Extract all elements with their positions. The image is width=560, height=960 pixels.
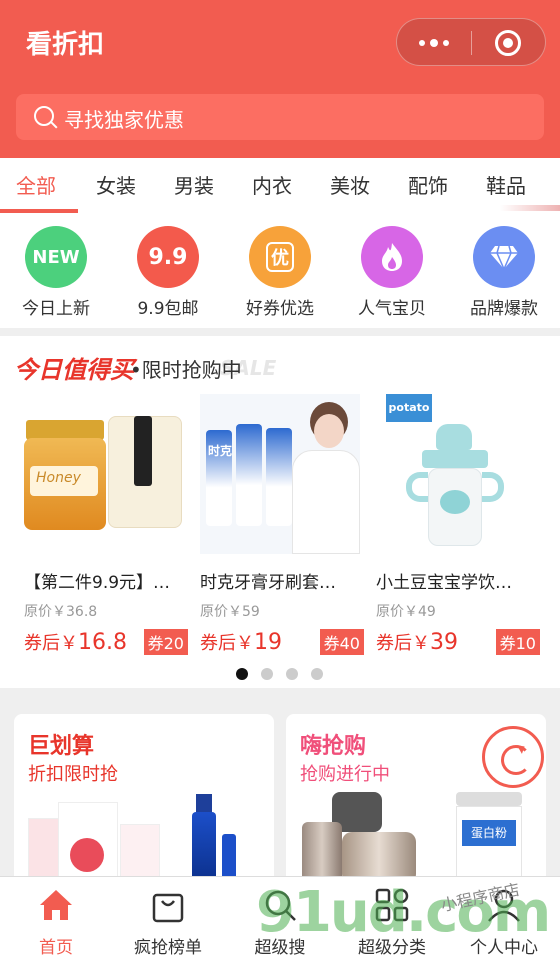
search-placeholder: 寻找独家优惠 xyxy=(64,108,184,132)
product-price-prefix: 券后￥ xyxy=(376,633,430,654)
refresh-button[interactable] xyxy=(482,726,544,788)
nav-label: 首页 xyxy=(39,938,73,958)
nav-hot-list[interactable]: 疯抢榜单 xyxy=(112,885,224,958)
promo-subtitle: 折扣限时抢 xyxy=(28,764,118,785)
product-original-price: 原价￥36.8 xyxy=(24,604,98,620)
product-image-toothpaste: 时克 xyxy=(200,394,360,554)
coupon-badge-text: 优 xyxy=(266,242,294,272)
protein-powder-label: 蛋白粉 xyxy=(462,820,516,846)
product-name: 【第二件9.9元】… xyxy=(24,573,171,593)
quick-entry-brand[interactable]: 品牌爆款 xyxy=(448,226,560,319)
search-bar[interactable]: 寻找独家优惠 xyxy=(16,94,544,140)
nav-label: 疯抢榜单 xyxy=(134,938,202,958)
promo-image-cookware xyxy=(302,792,422,884)
quick-entry-new[interactable]: NEW 今日上新 xyxy=(0,226,112,319)
app-title: 看折扣 xyxy=(26,30,105,60)
search-icon xyxy=(34,106,54,126)
product-image-sippy-cup: potato xyxy=(376,394,536,554)
pagination-dot[interactable] xyxy=(261,668,273,680)
today-section-title: 今日值得买 xyxy=(14,356,134,384)
quick-entry-nine-nine[interactable]: 9.9 9.9包邮 xyxy=(112,226,224,319)
promo-subtitle: 抢购进行中 xyxy=(300,764,390,785)
promo-image-protein-powder: 蛋白粉 xyxy=(456,792,526,884)
quick-entry-label: 9.9包邮 xyxy=(137,299,199,319)
quick-entry-coupon[interactable]: 优 好券优选 xyxy=(224,226,336,319)
quick-entry-row: NEW 今日上新 9.9 9.9包邮 优 好券优选 人气宝贝 品牌爆款 xyxy=(0,214,560,328)
tab-beauty[interactable]: 美妆 xyxy=(330,170,370,199)
product-price: 16.8 xyxy=(78,630,127,655)
product-price-prefix: 券后￥ xyxy=(200,633,254,654)
tab-underwear[interactable]: 内衣 xyxy=(252,170,292,199)
honey-label-text: Honey xyxy=(36,470,81,486)
dot-icon xyxy=(419,40,425,46)
promo-title: 巨划算 xyxy=(28,734,95,759)
header-bar: 看折扣 寻找独家优惠 xyxy=(0,0,560,158)
product-card[interactable]: Honey 【第二件9.9元】… 原价￥36.8 券后￥16.8 券20 xyxy=(24,394,188,655)
nine-nine-icon: 9.9 xyxy=(137,226,199,288)
diamond-icon xyxy=(473,226,535,288)
quick-entry-label: 品牌爆款 xyxy=(470,299,538,319)
product-name: 时克牙膏牙刷套… xyxy=(200,573,336,593)
product-card[interactable]: 时克 时克牙膏牙刷套… 原价￥59 券后￥19 券40 xyxy=(200,394,364,655)
tab-women[interactable]: 女装 xyxy=(96,170,136,199)
pagination-dot[interactable] xyxy=(286,668,298,680)
promo-image-spray xyxy=(192,794,262,884)
tab-accessories[interactable]: 配饰 xyxy=(408,170,448,199)
product-card[interactable]: potato 小土豆宝宝学饮… 原价￥49 券后￥39 券10 xyxy=(376,394,540,655)
more-menu-button[interactable] xyxy=(397,19,471,67)
mini-program-capsule xyxy=(396,18,546,66)
product-price: 39 xyxy=(430,630,458,655)
quick-entry-label: 人气宝贝 xyxy=(358,299,426,319)
promo-card-bargain[interactable]: 巨划算 折扣限时抢 xyxy=(14,714,274,884)
tabs-scroll-fade xyxy=(500,205,560,211)
pagination-dot-active[interactable] xyxy=(236,668,248,680)
home-icon xyxy=(36,885,76,925)
new-badge-icon: NEW xyxy=(25,226,87,288)
capsule-divider xyxy=(471,31,472,55)
product-original-price: 原价￥49 xyxy=(376,604,436,620)
coupon-badge: 券40 xyxy=(319,629,364,655)
toothpaste-brand-text: 时克 xyxy=(208,444,233,458)
coupon-badge: 券10 xyxy=(495,629,540,655)
tab-men[interactable]: 男装 xyxy=(174,170,214,199)
shopping-bag-icon xyxy=(148,885,188,925)
pagination-dot[interactable] xyxy=(311,668,323,680)
quick-entry-popular[interactable]: 人气宝贝 xyxy=(336,226,448,319)
today-deals-section: 今日值得买 SALE •限时抢购中 Honey 【第二件9.9元】… 原价￥36… xyxy=(0,336,560,688)
quick-entry-label: 今日上新 xyxy=(22,299,90,319)
potato-brand-logo: potato xyxy=(386,394,432,422)
close-mini-program-button[interactable] xyxy=(495,30,521,56)
promo-image-masks xyxy=(28,798,178,884)
coupon-icon: 优 xyxy=(249,226,311,288)
quick-entry-label: 好券优选 xyxy=(246,299,314,319)
product-original-price: 原价￥59 xyxy=(200,604,260,620)
dot-icon xyxy=(430,39,438,47)
nav-home[interactable]: 首页 xyxy=(0,885,112,958)
coupon-badge: 券20 xyxy=(143,629,188,655)
active-tab-indicator xyxy=(0,209,78,213)
today-section-subtitle: •限时抢购中 xyxy=(130,358,242,382)
dot-icon xyxy=(443,40,449,46)
promo-title: 嗨抢购 xyxy=(300,734,367,759)
carousel-pagination xyxy=(236,668,323,680)
flame-icon xyxy=(361,226,423,288)
product-price: 19 xyxy=(254,630,282,655)
tab-all[interactable]: 全部 xyxy=(16,170,56,199)
product-image-honey: Honey xyxy=(24,394,184,554)
product-name: 小土豆宝宝学饮… xyxy=(376,573,512,593)
product-price-prefix: 券后￥ xyxy=(24,633,78,654)
category-tabs: 全部 女装 男装 内衣 美妆 配饰 鞋品 xyxy=(0,158,560,214)
tab-shoes[interactable]: 鞋品 xyxy=(486,170,526,199)
